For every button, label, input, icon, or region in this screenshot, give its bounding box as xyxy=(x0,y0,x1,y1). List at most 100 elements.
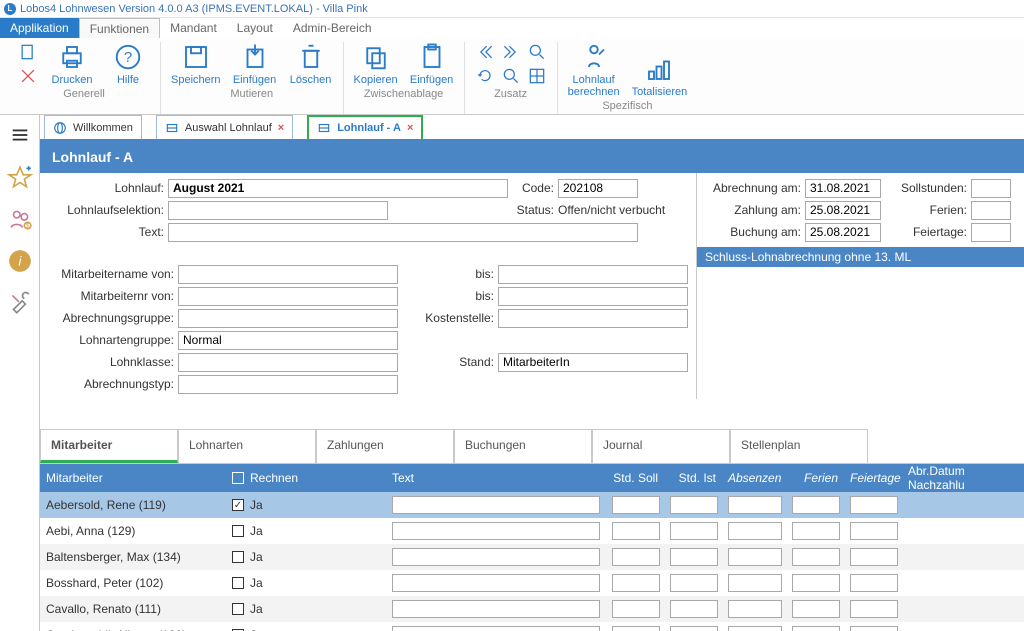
lowtab-buchungen[interactable]: Buchungen xyxy=(454,429,592,463)
menu-admin[interactable]: Admin-Bereich xyxy=(283,18,382,38)
table-row[interactable]: Baltensberger, Max (134)Ja xyxy=(40,544,1024,570)
col-std-ist[interactable]: Std. Ist xyxy=(664,471,722,485)
cell-ferien-input[interactable] xyxy=(792,548,840,566)
col-mitarbeiter[interactable]: Mitarbeiter xyxy=(40,471,226,485)
input-code[interactable] xyxy=(558,179,638,198)
cell-ferien-input[interactable] xyxy=(792,600,840,618)
col-std-soll[interactable]: Std. Soll xyxy=(606,471,664,485)
lowtab-stellenplan[interactable]: Stellenplan xyxy=(730,429,868,463)
checkbox[interactable] xyxy=(232,525,244,537)
input-zahlung[interactable] xyxy=(805,201,881,220)
cell-ferien-input[interactable] xyxy=(792,522,840,540)
cell-feiertage-input[interactable] xyxy=(850,548,898,566)
table-row[interactable]: Cavallo, Renato (111)Ja xyxy=(40,596,1024,622)
cell-text-input[interactable] xyxy=(392,548,600,566)
cell-stdist-input[interactable] xyxy=(670,626,718,631)
ribbon-search-icon[interactable] xyxy=(527,42,547,62)
input-kostenstelle[interactable] xyxy=(498,309,688,328)
cell-stdist-input[interactable] xyxy=(670,522,718,540)
input-buchung[interactable] xyxy=(805,223,881,242)
cell-absenzen-input[interactable] xyxy=(728,626,782,631)
input-abrechnung[interactable] xyxy=(805,179,881,198)
header-checkbox-icon[interactable] xyxy=(232,472,244,484)
tab-willkommen[interactable]: Willkommen xyxy=(44,115,142,139)
rail-tools-icon[interactable] xyxy=(6,289,34,317)
input-bis2[interactable] xyxy=(498,287,688,306)
cell-ferien-input[interactable] xyxy=(792,574,840,592)
col-rechnen[interactable]: Rechnen xyxy=(250,471,298,485)
input-abrechnungsgruppe[interactable] xyxy=(178,309,398,328)
cell-stdist-input[interactable] xyxy=(670,574,718,592)
cell-feiertage-input[interactable] xyxy=(850,522,898,540)
ribbon-prev-icon[interactable] xyxy=(475,42,495,62)
ribbon-totalisieren[interactable]: Totalisieren xyxy=(632,54,688,98)
input-abrechnungstyp[interactable] xyxy=(178,375,398,394)
lowtab-zahlungen[interactable]: Zahlungen xyxy=(316,429,454,463)
col-text[interactable]: Text xyxy=(386,471,606,485)
ribbon-next-icon[interactable] xyxy=(501,42,521,62)
input-mitarbeiternr-von[interactable] xyxy=(178,287,398,306)
cell-stdsoll-input[interactable] xyxy=(612,522,660,540)
rail-star-icon[interactable] xyxy=(6,163,34,191)
input-text[interactable] xyxy=(168,223,638,242)
cell-text-input[interactable] xyxy=(392,626,600,631)
table-row[interactable]: Combertaldi, Alberto (106)Ja xyxy=(40,622,1024,631)
cell-stdsoll-input[interactable] xyxy=(612,574,660,592)
cell-text-input[interactable] xyxy=(392,522,600,540)
input-lohnartengruppe[interactable] xyxy=(178,331,398,350)
ribbon-hilfe[interactable]: ? Hilfe xyxy=(106,42,150,86)
ribbon-einfugen2[interactable]: Einfügen xyxy=(410,42,454,86)
cell-text-input[interactable] xyxy=(392,574,600,592)
cell-stdist-input[interactable] xyxy=(670,600,718,618)
ribbon-loschen[interactable]: Löschen xyxy=(289,42,333,86)
cell-ferien-input[interactable] xyxy=(792,496,840,514)
table-row[interactable]: Bosshard, Peter (102)Ja xyxy=(40,570,1024,596)
tab-auswahl-close[interactable]: × xyxy=(278,122,284,134)
ribbon-speichern[interactable]: Speichern xyxy=(171,42,221,86)
input-stand[interactable] xyxy=(498,353,688,372)
cell-absenzen-input[interactable] xyxy=(728,522,782,540)
table-row[interactable]: Aebi, Anna (129)Ja xyxy=(40,518,1024,544)
cell-stdsoll-input[interactable] xyxy=(612,626,660,631)
tab-lohnlauf-close[interactable]: × xyxy=(407,122,413,134)
lowtab-lohnarten[interactable]: Lohnarten xyxy=(178,429,316,463)
checkbox[interactable] xyxy=(232,499,244,511)
cell-stdist-input[interactable] xyxy=(670,548,718,566)
col-abr[interactable]: Abr.Datum Nachzahlu xyxy=(902,464,1024,492)
rail-info-icon[interactable]: i xyxy=(6,247,34,275)
rail-people-icon[interactable]: $ xyxy=(6,205,34,233)
cell-text-input[interactable] xyxy=(392,600,600,618)
ribbon-delete-icon[interactable] xyxy=(18,66,38,86)
cell-text-input[interactable] xyxy=(392,496,600,514)
input-feiertage[interactable] xyxy=(971,223,1011,242)
input-lohnlaufselektion[interactable] xyxy=(168,201,388,220)
ribbon-lohnlauf-berechnen[interactable]: Lohnlauf berechnen xyxy=(568,42,620,98)
input-ferien[interactable] xyxy=(971,201,1011,220)
ribbon-new-icon[interactable] xyxy=(18,42,38,62)
menu-mandant[interactable]: Mandant xyxy=(160,18,227,38)
col-ferien[interactable]: Ferien xyxy=(786,471,844,485)
ribbon-einfugen[interactable]: Einfügen xyxy=(233,42,277,86)
ribbon-drucken[interactable]: Drucken xyxy=(50,42,94,86)
checkbox[interactable] xyxy=(232,577,244,589)
cell-absenzen-input[interactable] xyxy=(728,548,782,566)
input-lohnklasse[interactable] xyxy=(178,353,398,372)
cell-feiertage-input[interactable] xyxy=(850,496,898,514)
input-bis1[interactable] xyxy=(498,265,688,284)
cell-stdsoll-input[interactable] xyxy=(612,548,660,566)
table-row[interactable]: Aebersold, Rene (119)Ja xyxy=(40,492,1024,518)
col-absenzen[interactable]: Absenzen xyxy=(722,471,786,485)
cell-stdsoll-input[interactable] xyxy=(612,600,660,618)
menu-applikation[interactable]: Applikation xyxy=(0,18,79,38)
tab-auswahl[interactable]: Auswahl Lohnlauf × xyxy=(156,115,293,139)
col-feiertage[interactable]: Feiertage xyxy=(844,471,902,485)
cell-feiertage-input[interactable] xyxy=(850,626,898,631)
cell-ferien-input[interactable] xyxy=(792,626,840,631)
cell-feiertage-input[interactable] xyxy=(850,574,898,592)
rail-hamburger-icon[interactable] xyxy=(6,121,34,149)
lowtab-mitarbeiter[interactable]: Mitarbeiter xyxy=(40,429,178,463)
input-lohnlauf[interactable] xyxy=(168,179,508,198)
ribbon-refresh-icon[interactable] xyxy=(501,66,521,86)
checkbox[interactable] xyxy=(232,551,244,563)
tab-lohnlauf[interactable]: Lohnlauf - A × xyxy=(307,115,423,139)
